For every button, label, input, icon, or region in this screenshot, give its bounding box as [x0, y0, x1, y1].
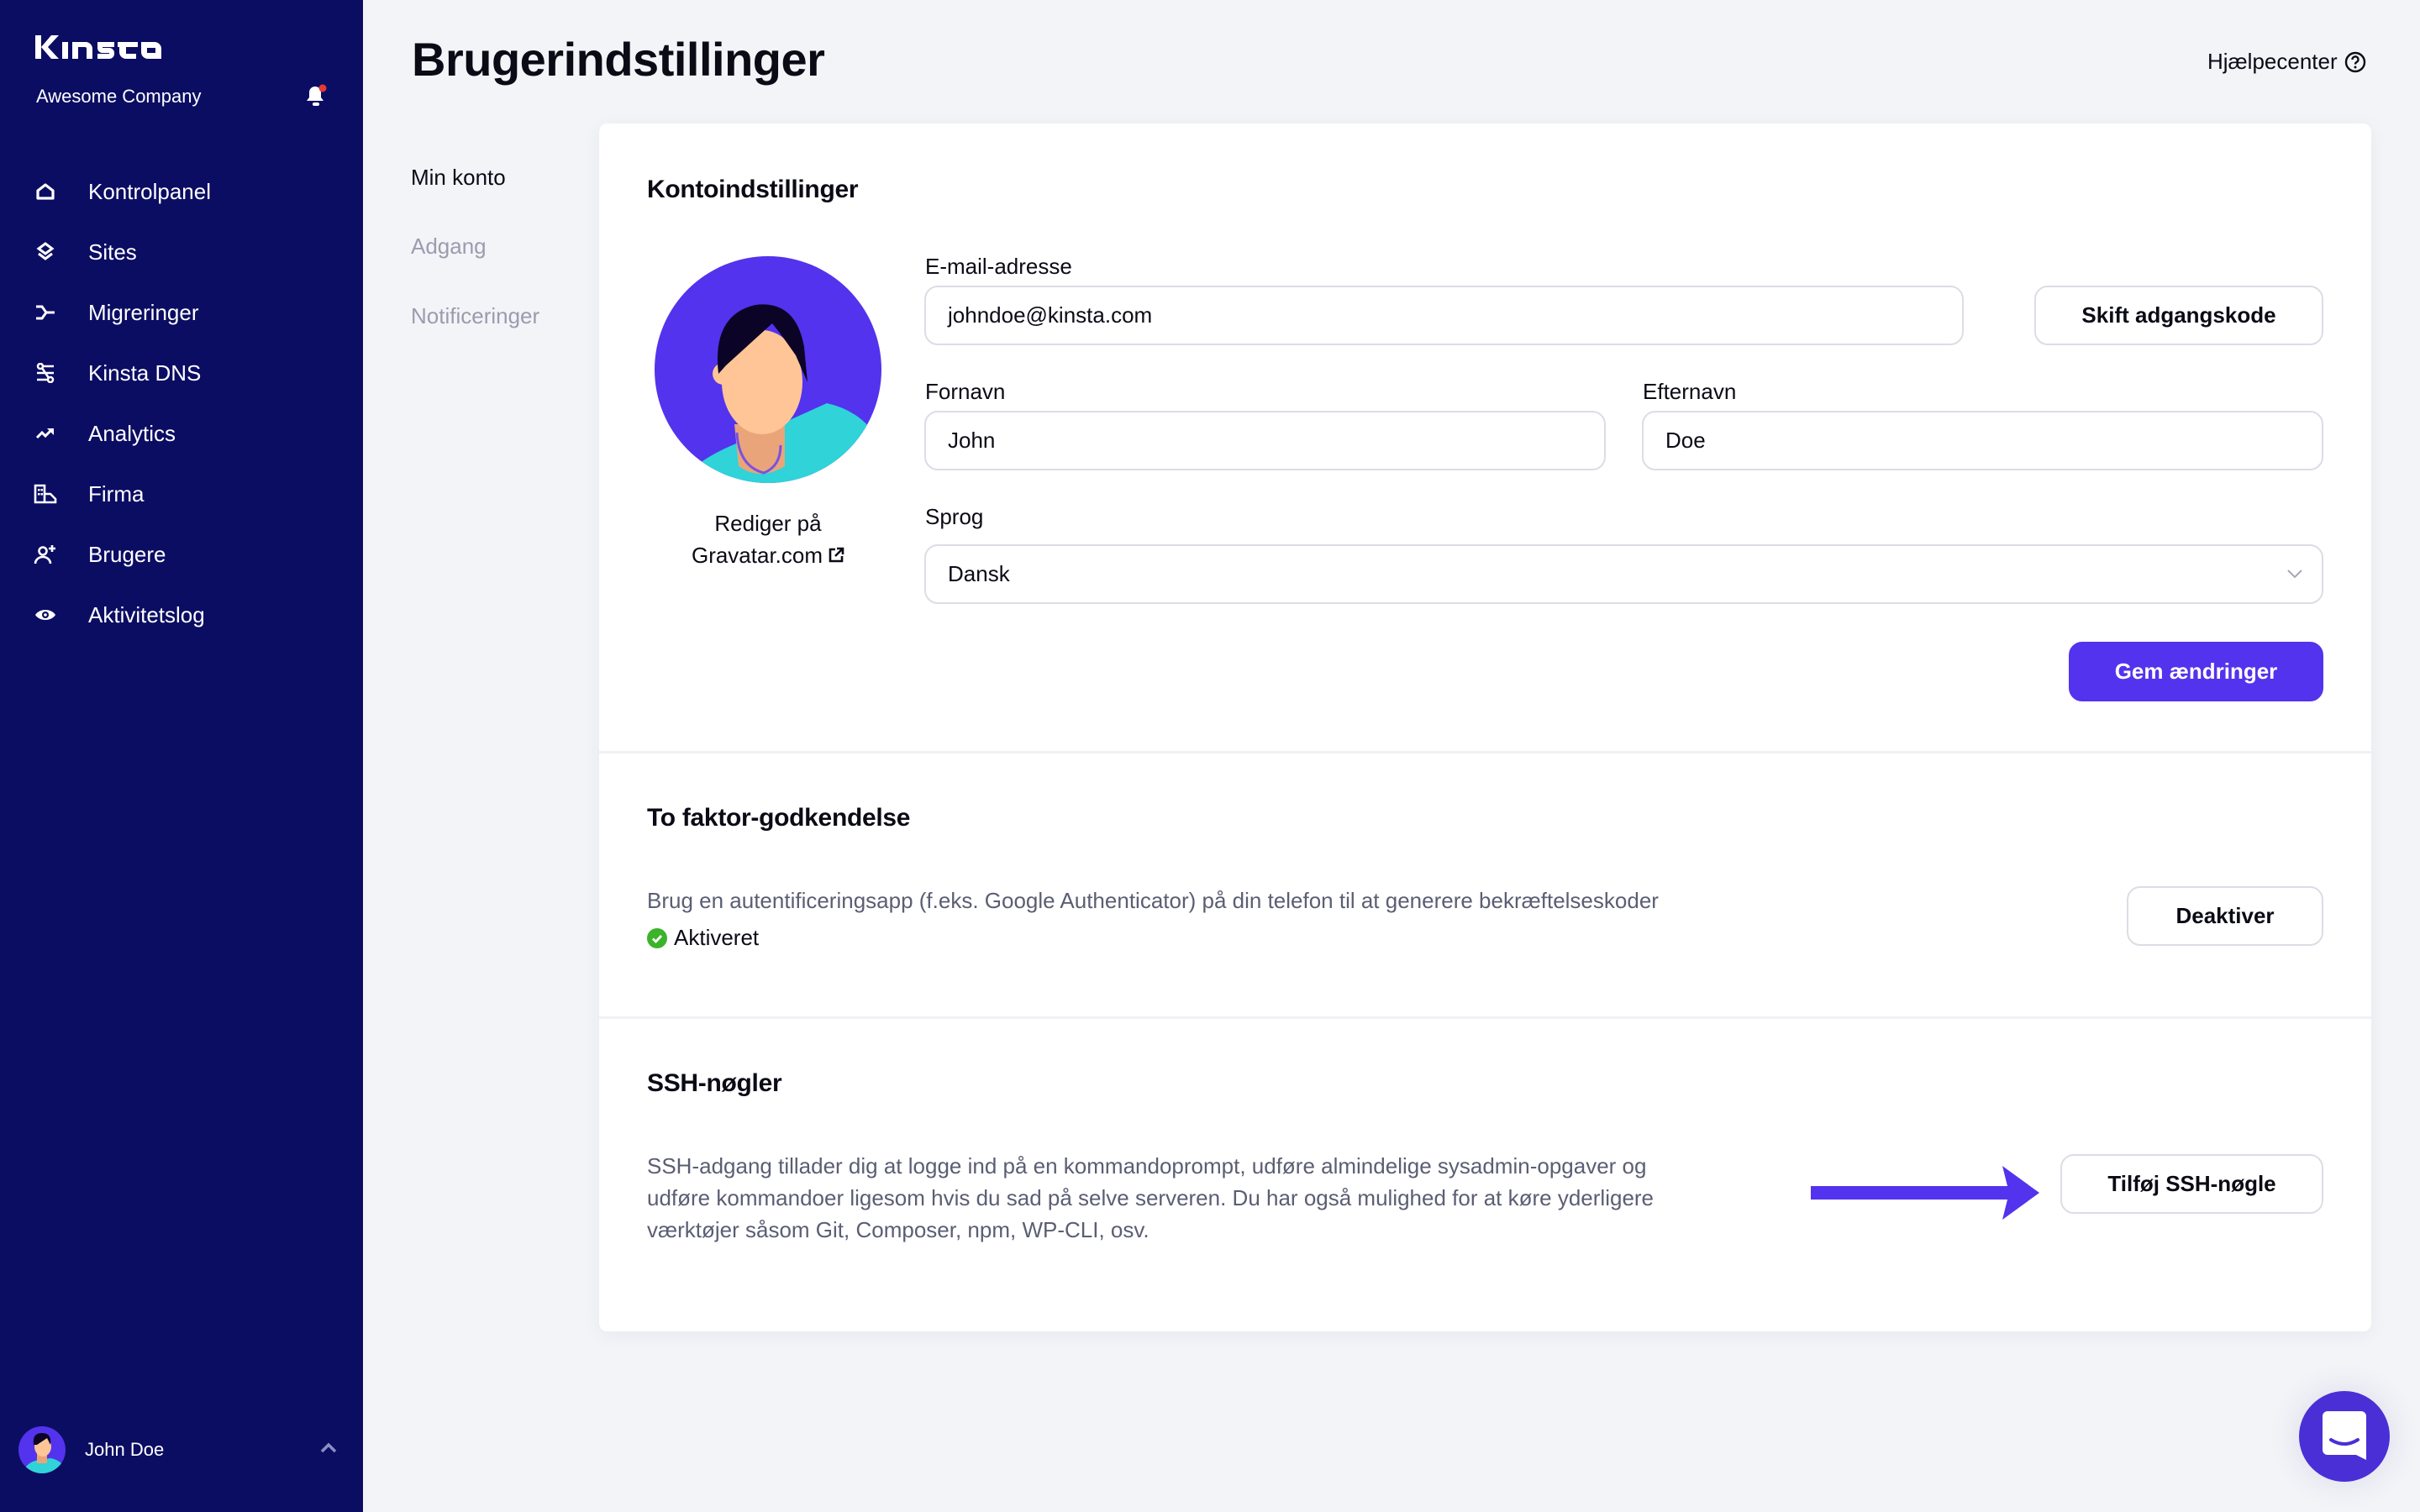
ssh-keys-description: SSH-adgang tillader dig at logge ind på …: [647, 1153, 1655, 1242]
sidebar-item-label: Kontrolpanel: [88, 178, 211, 204]
ssh-keys-title: SSH-nøgler: [647, 1069, 782, 1097]
company-name: Awesome Company: [36, 86, 202, 107]
dns-icon: [36, 363, 55, 383]
user-name: John Doe: [85, 1439, 165, 1460]
two-factor-description: Brug en autentificeringsapp (f.eks. Goog…: [647, 888, 1659, 913]
save-changes-button[interactable]: Gem ændringer: [2069, 642, 2323, 701]
sidebar-item-kinsta-dns[interactable]: Kinsta DNS: [0, 343, 363, 403]
notification-dot: [318, 84, 327, 92]
help-center-link[interactable]: Hjælpecenter: [2207, 49, 2366, 75]
question-circle-icon: [2344, 51, 2365, 72]
sidebar-item-label: Sites: [88, 239, 137, 265]
sidebar-item-analytics[interactable]: Analytics: [0, 403, 363, 464]
layers-icon: [36, 242, 55, 260]
sidebar-item-firma[interactable]: Firma: [0, 464, 363, 524]
two-factor-status: Aktiveret: [647, 925, 759, 951]
language-label: Sprog: [925, 504, 984, 529]
sidebar-item-label: Migreringer: [88, 299, 199, 325]
profile-avatar: [655, 256, 881, 483]
user-plus-icon: [34, 545, 55, 564]
sidebar-item-label: Brugere: [88, 541, 166, 567]
chevron-up-icon[interactable]: [319, 1441, 338, 1453]
first-name-field[interactable]: John: [924, 411, 1606, 470]
sidebar: Awesome Company Kontrolpanel Sites Migre…: [0, 0, 363, 1512]
kinsta-logo[interactable]: [35, 32, 161, 62]
gravatar-line1: Rediger på: [714, 511, 822, 536]
check-circle-icon: [647, 927, 667, 948]
sidebar-item-label: Kinsta DNS: [88, 360, 202, 386]
language-select[interactable]: Dansk: [924, 544, 2323, 604]
external-link-icon: [829, 547, 844, 563]
email-field[interactable]: johndoe@kinsta.com: [924, 286, 1964, 345]
sidebar-item-migreringer[interactable]: Migreringer: [0, 282, 363, 343]
page-title: Brugerindstillinger: [412, 33, 825, 86]
first-name-label: Fornavn: [925, 379, 1006, 404]
eye-icon: [35, 610, 55, 620]
subnav-adgang[interactable]: Adgang: [411, 234, 487, 260]
sidebar-item-kontrolpanel[interactable]: Kontrolpanel: [0, 161, 363, 222]
sidebar-nav: Kontrolpanel Sites Migreringer Kinsta DN…: [0, 161, 363, 645]
sidebar-item-sites[interactable]: Sites: [0, 222, 363, 282]
home-icon: [36, 183, 55, 200]
chat-icon: [2323, 1411, 2366, 1460]
help-center-label: Hjælpecenter: [2207, 49, 2338, 74]
building-icon: [34, 484, 57, 504]
arrow-annotation-icon: [1811, 1166, 2039, 1220]
chevron-down-icon: [2287, 570, 2302, 579]
last-name-field[interactable]: Doe: [1642, 411, 2323, 470]
trending-up-icon: [35, 428, 54, 439]
avatar: [18, 1426, 66, 1473]
gravatar-line2: Gravatar.com: [691, 543, 823, 568]
change-password-button[interactable]: Skift adgangskode: [2034, 286, 2323, 345]
user-menu[interactable]: John Doe: [0, 1420, 363, 1480]
two-factor-status-label: Aktiveret: [674, 925, 760, 950]
chat-widget-button[interactable]: [2299, 1391, 2390, 1482]
deactivate-2fa-button[interactable]: Deaktiver: [2127, 886, 2323, 946]
subnav-notificeringer[interactable]: Notificeringer: [411, 303, 539, 329]
add-ssh-key-button[interactable]: Tilføj SSH-nøgle: [2060, 1154, 2323, 1214]
section-divider: [599, 751, 2371, 753]
gravatar-link[interactable]: Rediger på Gravatar.com: [633, 507, 903, 571]
email-label: E-mail-adresse: [925, 254, 1072, 279]
language-selected-value: Dansk: [948, 561, 1010, 586]
sidebar-item-label: Firma: [88, 480, 145, 507]
last-name-label: Efternavn: [1643, 379, 1737, 404]
settings-card: Kontoindstillinger Rediger på Gravatar.c…: [599, 123, 2371, 1331]
two-factor-title: To faktor-godkendelse: [647, 804, 911, 832]
sidebar-item-aktivitetslog[interactable]: Aktivitetslog: [0, 585, 363, 645]
subnav-min-konto[interactable]: Min konto: [411, 165, 506, 191]
sidebar-item-label: Analytics: [88, 420, 176, 446]
account-settings-title: Kontoindstillinger: [647, 176, 859, 203]
migration-icon: [36, 305, 55, 320]
sidebar-item-brugere[interactable]: Brugere: [0, 524, 363, 585]
sidebar-item-label: Aktivitetslog: [88, 601, 205, 627]
section-divider: [599, 1016, 2371, 1019]
bell-icon[interactable]: [306, 84, 328, 108]
